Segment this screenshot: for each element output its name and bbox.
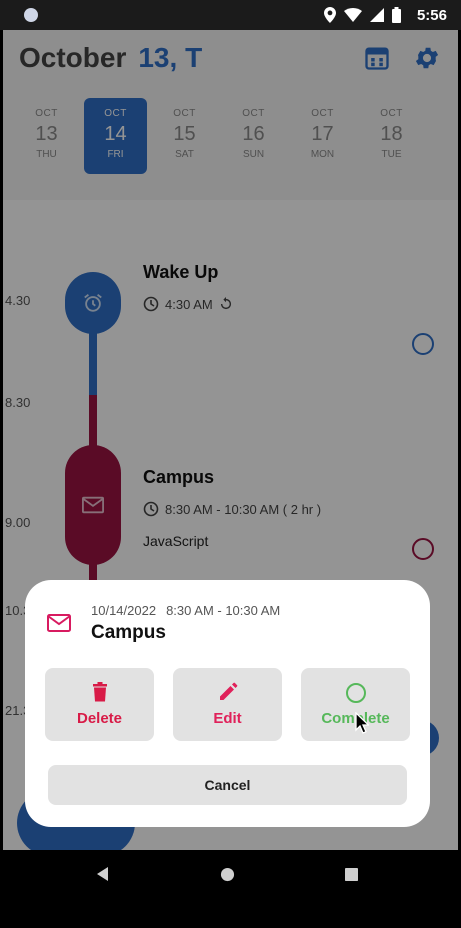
delete-label: Delete (76, 710, 123, 727)
signal-icon (370, 8, 384, 22)
wifi-icon (344, 8, 362, 22)
edit-button[interactable]: Edit (173, 668, 282, 741)
dialog-datetime: 10/14/2022 8:30 AM - 10:30 AM (91, 603, 280, 618)
recents-icon[interactable] (345, 868, 358, 881)
back-icon[interactable] (95, 866, 111, 882)
trash-icon (92, 682, 107, 702)
navigation-bar (0, 850, 461, 928)
battery-icon (392, 7, 401, 23)
home-icon[interactable] (220, 867, 235, 882)
dialog-title: Campus (91, 622, 166, 643)
mail-icon (47, 614, 71, 632)
event-action-dialog: 10/14/2022 8:30 AM - 10:30 AM Campus Dele… (25, 580, 430, 827)
notification-dot-icon (24, 8, 38, 22)
status-icons (324, 7, 401, 23)
status-time: 5:56 (416, 7, 447, 24)
circle-icon (345, 683, 366, 703)
location-icon (324, 7, 336, 23)
delete-button[interactable]: Delete (45, 668, 154, 741)
pencil-icon (219, 682, 237, 700)
mouse-cursor-icon (355, 712, 369, 734)
cancel-button[interactable]: Cancel (48, 765, 407, 805)
status-bar: 5:56 (0, 0, 461, 30)
dialog-date: 10/14/2022 (91, 603, 157, 618)
dialog-time-range: 8:30 AM - 10:30 AM (166, 603, 281, 618)
edit-label: Edit (213, 710, 242, 727)
